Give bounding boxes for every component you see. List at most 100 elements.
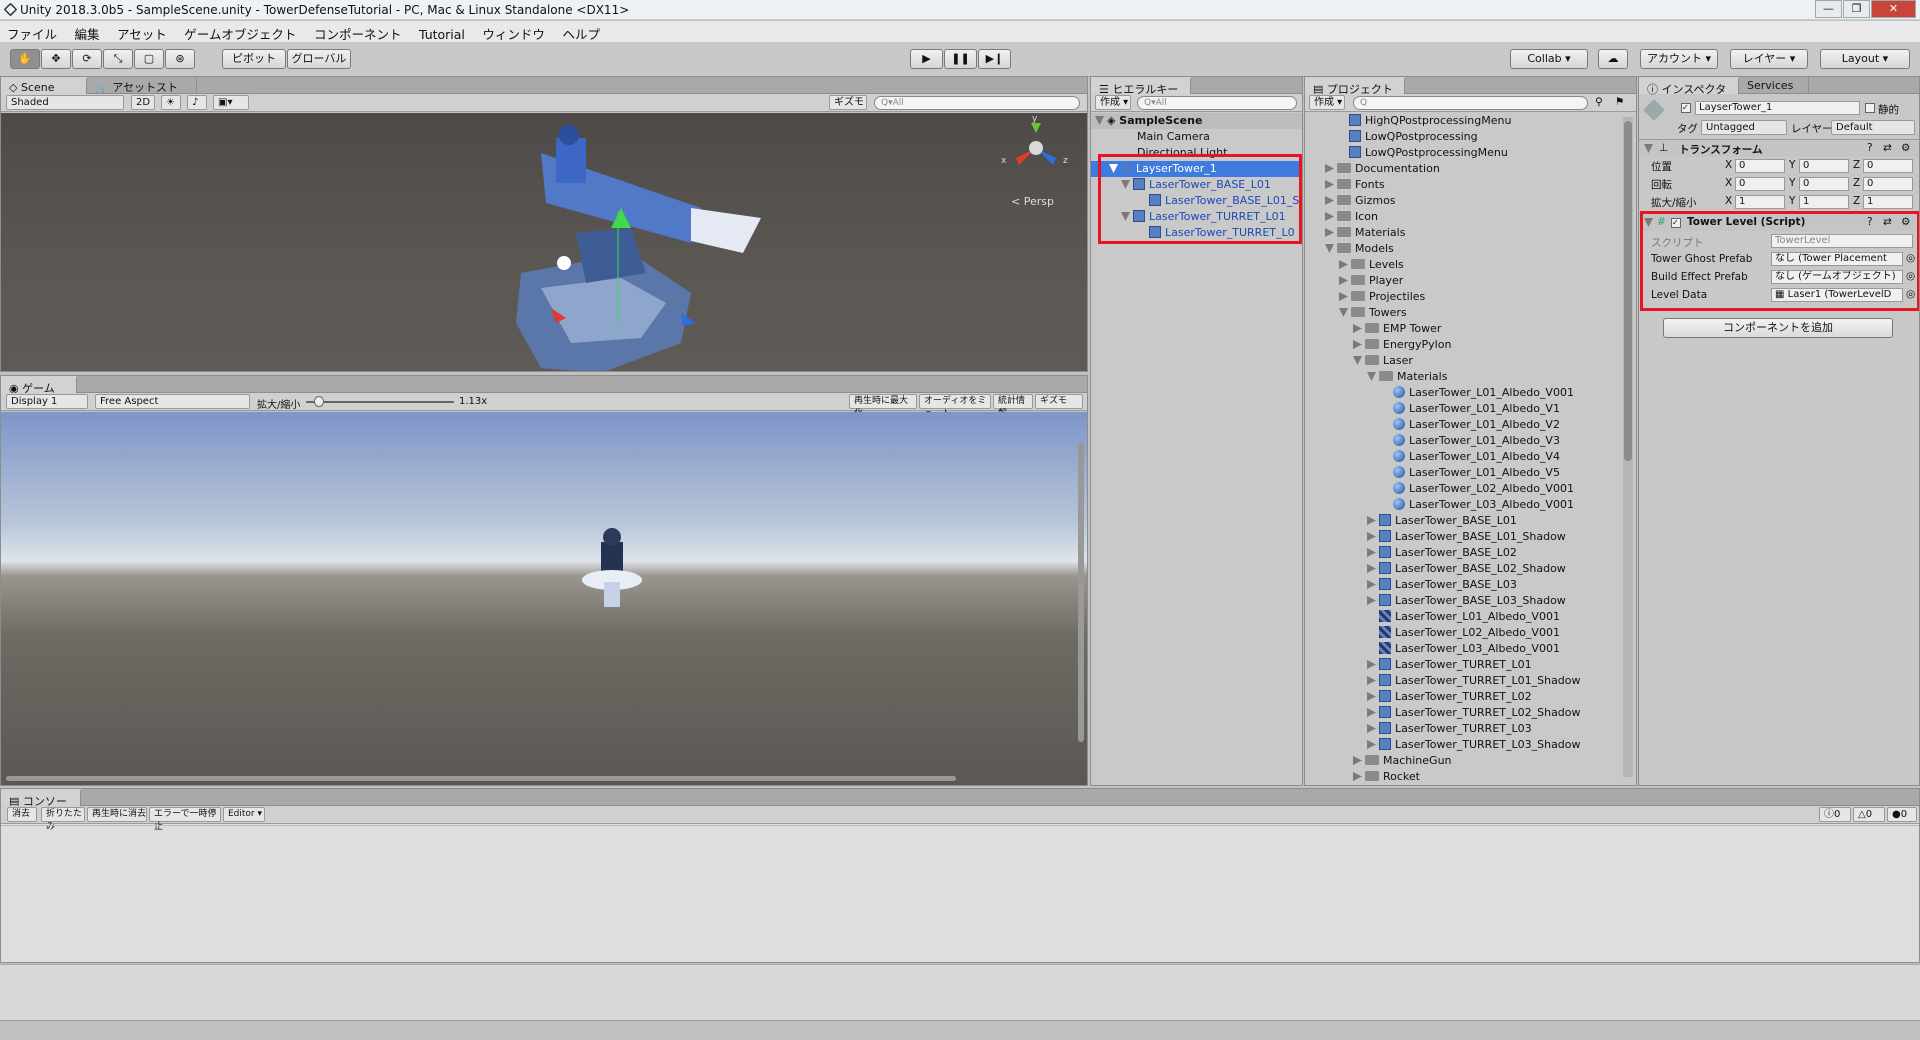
project-folder[interactable]: Gizmos bbox=[1305, 193, 1620, 209]
project-item[interactable]: LaserTower_TURRET_L01 bbox=[1305, 657, 1620, 673]
fold-icon[interactable] bbox=[1644, 144, 1653, 153]
gizmos-dropdown[interactable]: ギズモ bbox=[829, 95, 867, 110]
fold-icon[interactable] bbox=[1367, 532, 1376, 541]
console-error-pause-toggle[interactable]: エラーで一時停止 bbox=[149, 807, 221, 832]
project-item[interactable]: LaserTower_L01_Albedo_V001 bbox=[1305, 609, 1620, 625]
rotation-x-field[interactable]: 0 bbox=[1735, 177, 1785, 191]
persp-label[interactable]: < Persp bbox=[1011, 195, 1054, 208]
scene-viewport[interactable]: y x z < Persp bbox=[1, 113, 1087, 371]
tab-console[interactable]: ▤ コンソール bbox=[1, 789, 81, 824]
project-item[interactable]: LaserTower_TURRET_L01_Shadow bbox=[1305, 673, 1620, 689]
tab-asset-store[interactable]: 🛒 アセットストア bbox=[87, 77, 197, 110]
scale-z-field[interactable]: 1 bbox=[1863, 195, 1913, 209]
scale-slider[interactable] bbox=[306, 401, 454, 403]
scale-slider-handle[interactable] bbox=[314, 396, 324, 407]
project-item[interactable]: LaserTower_TURRET_L03 bbox=[1305, 721, 1620, 737]
position-y-field[interactable]: 0 bbox=[1799, 159, 1849, 173]
2d-toggle[interactable]: 2D bbox=[131, 95, 155, 110]
project-item[interactable]: LaserTower_BASE_L01_Shadow bbox=[1305, 529, 1620, 545]
move-tool-icon[interactable]: ✥ bbox=[41, 49, 71, 69]
console-error-toggle[interactable]: ●0 bbox=[1887, 807, 1917, 822]
fold-icon[interactable] bbox=[1353, 324, 1362, 333]
audio-toggle-icon[interactable]: ♪ bbox=[187, 95, 207, 110]
display-dropdown[interactable]: Display 1 bbox=[6, 394, 88, 409]
fold-icon[interactable] bbox=[1353, 756, 1362, 765]
fold-icon[interactable] bbox=[1367, 692, 1376, 701]
project-folder[interactable]: Projectiles bbox=[1305, 289, 1620, 305]
project-item[interactable]: LaserTower_BASE_L03 bbox=[1305, 577, 1620, 593]
project-item[interactable]: LaserTower_TURRET_L02_Shadow bbox=[1305, 705, 1620, 721]
rotation-z-field[interactable]: 0 bbox=[1863, 177, 1913, 191]
project-folder[interactable]: Levels bbox=[1305, 257, 1620, 273]
object-name-input[interactable]: LayserTower_1 bbox=[1695, 101, 1860, 115]
rotate-tool-icon[interactable]: ⟳ bbox=[72, 49, 102, 69]
hand-tool-icon[interactable]: ✋ bbox=[10, 49, 40, 69]
fold-icon[interactable] bbox=[1367, 372, 1376, 381]
scale-tool-icon[interactable]: ⤡ bbox=[103, 49, 133, 69]
scale-x-field[interactable]: 1 bbox=[1735, 195, 1785, 209]
gear-icon[interactable]: ⚙ bbox=[1901, 142, 1910, 154]
project-item[interactable]: LaserTower_L01_Albedo_V5 bbox=[1305, 465, 1620, 481]
add-component-button[interactable]: コンポーネントを追加 bbox=[1663, 318, 1893, 338]
pause-icon[interactable]: ❚❚ bbox=[944, 49, 977, 69]
scale-y-field[interactable]: 1 bbox=[1799, 195, 1849, 209]
project-folder[interactable]: Icon bbox=[1305, 209, 1620, 225]
global-button[interactable]: グローバル bbox=[287, 49, 351, 69]
project-item[interactable]: LaserTower_L01_Albedo_V3 bbox=[1305, 433, 1620, 449]
maximize-button[interactable]: ❐ bbox=[1843, 0, 1870, 18]
transform-tool-icon[interactable]: ⊛ bbox=[165, 49, 195, 69]
fold-icon[interactable] bbox=[1353, 772, 1362, 781]
console-editor-dropdown[interactable]: Editor ▾ bbox=[223, 807, 265, 822]
fold-icon[interactable] bbox=[1325, 164, 1334, 173]
fold-icon[interactable] bbox=[1367, 740, 1376, 749]
fold-icon[interactable] bbox=[1367, 676, 1376, 685]
console-collapse-toggle[interactable]: 折りたたみ bbox=[41, 807, 85, 832]
layer-dropdown[interactable]: Default bbox=[1831, 120, 1915, 135]
scene-gizmo-axis[interactable]: y x z bbox=[1001, 113, 1071, 183]
tab-game[interactable]: ◉ ゲーム bbox=[1, 376, 77, 395]
fold-icon[interactable] bbox=[1325, 228, 1334, 237]
rect-tool-icon[interactable]: ▢ bbox=[134, 49, 164, 69]
project-item[interactable]: LaserTower_L02_Albedo_V001 bbox=[1305, 625, 1620, 641]
project-folder[interactable]: Documentation bbox=[1305, 161, 1620, 177]
rotation-y-field[interactable]: 0 bbox=[1799, 177, 1849, 191]
game-horizontal-scrollbar[interactable] bbox=[6, 776, 956, 781]
minimize-button[interactable]: — bbox=[1815, 0, 1842, 18]
project-create-dropdown[interactable]: 作成 ▾ bbox=[1309, 95, 1345, 110]
tag-dropdown[interactable]: Untagged bbox=[1701, 120, 1787, 135]
static-checkbox[interactable] bbox=[1865, 103, 1875, 113]
project-item[interactable]: LaserTower_TURRET_L03_Shadow bbox=[1305, 737, 1620, 753]
fold-icon[interactable] bbox=[1325, 212, 1334, 221]
fold-icon[interactable] bbox=[1353, 356, 1362, 365]
account-dropdown[interactable]: アカウント ▾ bbox=[1640, 49, 1718, 69]
effects-dropdown-icon[interactable]: ▣▾ bbox=[213, 95, 249, 110]
shading-dropdown[interactable]: Shaded bbox=[6, 95, 124, 110]
active-checkbox[interactable]: ✓ bbox=[1681, 103, 1691, 113]
fold-icon[interactable] bbox=[1095, 116, 1104, 125]
fold-icon[interactable] bbox=[1325, 196, 1334, 205]
layers-dropdown[interactable]: レイヤー ▾ bbox=[1730, 49, 1808, 69]
preset-icon[interactable]: ⇄ bbox=[1883, 142, 1892, 154]
maximize-on-play-toggle[interactable]: 再生時に最大化 bbox=[849, 394, 917, 419]
project-folder[interactable]: Materials bbox=[1305, 225, 1620, 241]
step-icon[interactable]: ▶❙ bbox=[978, 49, 1011, 69]
help-icon[interactable]: ? bbox=[1867, 142, 1873, 154]
project-item[interactable]: LowQPostprocessingMenu bbox=[1305, 145, 1620, 161]
project-search-input[interactable]: Q bbox=[1353, 96, 1588, 110]
fold-icon[interactable] bbox=[1367, 596, 1376, 605]
fold-icon[interactable] bbox=[1325, 244, 1334, 253]
transform-header[interactable]: ⊥ トランスフォーム ? ⇄ ⚙ bbox=[1639, 139, 1919, 157]
mute-audio-toggle[interactable]: オーディオをミュート bbox=[919, 394, 991, 419]
fold-icon[interactable] bbox=[1325, 180, 1334, 189]
project-item[interactable]: LaserTower_BASE_L01 bbox=[1305, 513, 1620, 529]
console-log-area[interactable] bbox=[1, 825, 1919, 826]
hierarchy-item-main-camera[interactable]: Main Camera bbox=[1091, 129, 1302, 145]
position-x-field[interactable]: 0 bbox=[1735, 159, 1785, 173]
play-icon[interactable]: ▶ bbox=[910, 49, 943, 69]
fold-icon[interactable] bbox=[1339, 308, 1348, 317]
project-folder[interactable]: MachineGun bbox=[1305, 753, 1620, 769]
position-z-field[interactable]: 0 bbox=[1863, 159, 1913, 173]
project-item[interactable]: LaserTower_BASE_L03_Shadow bbox=[1305, 593, 1620, 609]
project-item[interactable]: LowQPostprocessing bbox=[1305, 129, 1620, 145]
scene-root[interactable]: ◈ SampleScene bbox=[1091, 113, 1302, 129]
